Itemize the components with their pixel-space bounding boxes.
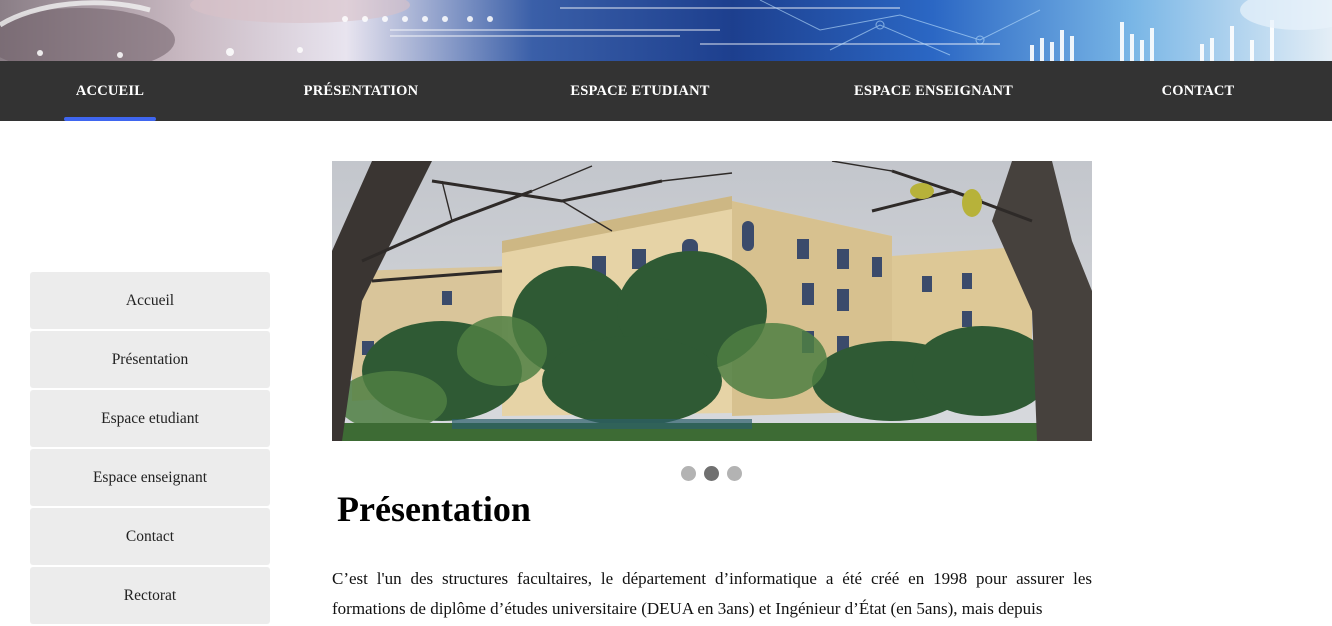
slider-dots — [681, 466, 742, 482]
nav-item-contact[interactable]: CONTACT — [1150, 61, 1246, 121]
nav-item-espace-enseignant[interactable]: ESPACE ENSEIGNANT — [843, 61, 1024, 121]
slider-dot-2[interactable] — [704, 466, 719, 481]
presentation-paragraph: C’est l'un des structures facultaires, l… — [332, 569, 1092, 618]
tech-banner-graphic — [0, 0, 1332, 61]
campus-building-illustration — [332, 161, 1092, 441]
campus-slide-image — [332, 161, 1092, 441]
sidebar-item-espace-etudiant[interactable]: Espace etudiant — [30, 390, 270, 447]
sidebar-item-presentation[interactable]: Présentation — [30, 331, 270, 388]
sidebar-item-rectorat[interactable]: Rectorat — [30, 567, 270, 624]
nav-item-accueil[interactable]: ACCUEIL — [64, 61, 156, 121]
sidebar-item-accueil[interactable]: Accueil — [30, 272, 270, 329]
nav-item-espace-etudiant[interactable]: ESPACE ETUDIANT — [560, 61, 720, 121]
slider-dot-3[interactable] — [727, 466, 742, 481]
nav-item-presentation[interactable]: PRÉSENTATION — [292, 61, 430, 121]
header-banner — [0, 0, 1332, 61]
sidebar-item-contact[interactable]: Contact — [30, 508, 270, 565]
main-navbar: ACCUEIL PRÉSENTATION ESPACE ETUDIANT ESP… — [0, 61, 1332, 121]
sidebar-item-espace-enseignant[interactable]: Espace enseignant — [30, 449, 270, 506]
sidebar-menu: Accueil Présentation Espace etudiant Esp… — [30, 272, 270, 626]
slider-dot-1[interactable] — [681, 466, 696, 481]
page-title: Présentation — [337, 489, 531, 529]
